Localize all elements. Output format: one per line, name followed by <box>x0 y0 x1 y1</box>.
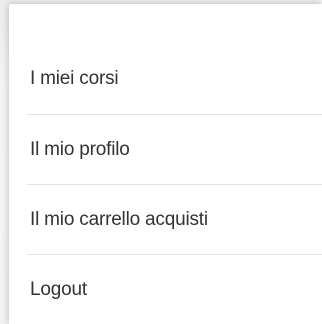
menu-item-label: I miei corsi <box>30 68 119 89</box>
menu-item-label: Il mio profilo <box>30 138 130 160</box>
menu-item-logout[interactable]: Logout <box>27 254 322 324</box>
user-dropdown-menu: I miei corsi Il mio profilo Il mio carre… <box>9 4 322 324</box>
menu-item-label: Il mio carrello acquisti <box>30 208 208 230</box>
menu-item-my-cart[interactable]: Il mio carrello acquisti <box>27 184 322 254</box>
menu-item-label: Logout <box>30 278 87 300</box>
menu-item-my-courses[interactable]: I miei corsi <box>9 44 322 114</box>
menu-item-my-profile[interactable]: Il mio profilo <box>27 114 322 184</box>
user-menu-list: I miei corsi Il mio profilo Il mio carre… <box>9 44 322 324</box>
